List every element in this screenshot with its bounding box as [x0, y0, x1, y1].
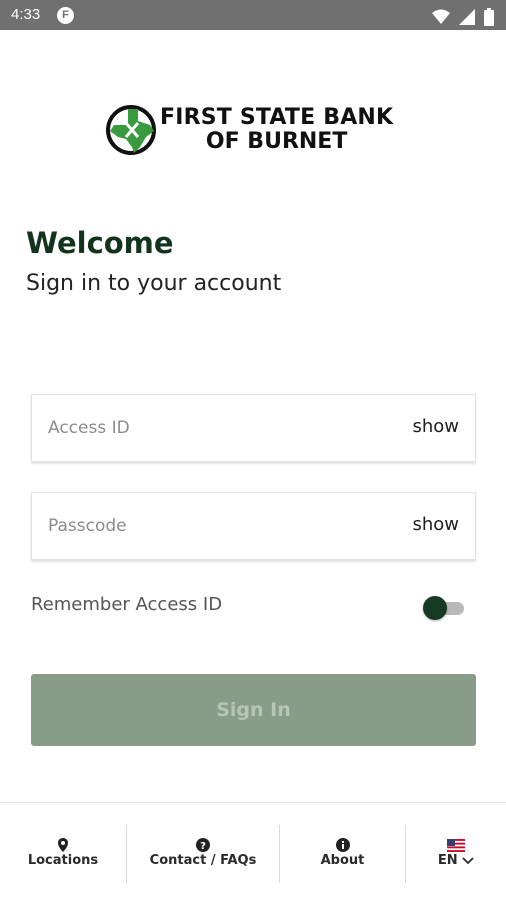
access-id-input[interactable]	[48, 395, 388, 461]
chevron-down-icon	[462, 856, 474, 864]
passcode-show-toggle[interactable]: show	[412, 514, 459, 535]
status-bar: 4:33 F	[0, 0, 506, 30]
us-flag-icon	[447, 839, 465, 852]
bank-name-line2: OF BURNET	[205, 129, 348, 154]
signin-subtitle: Sign in to your account	[26, 271, 282, 296]
bank-name-line1: FIRST STATE BANK	[160, 105, 394, 130]
welcome-heading: Welcome	[26, 226, 174, 260]
battery-icon	[484, 7, 494, 26]
access-id-show-toggle[interactable]: show	[412, 416, 459, 437]
bank-logo-mark-icon	[106, 105, 156, 155]
nav-about-label: About	[320, 853, 365, 868]
nav-language-select[interactable]: EN	[406, 803, 506, 901]
toggle-thumb	[423, 596, 447, 620]
nav-locations[interactable]: Locations	[0, 803, 126, 901]
status-time: 4:33	[11, 6, 41, 23]
access-id-field: show	[31, 394, 476, 462]
help-icon: ?	[196, 838, 210, 852]
nav-about[interactable]: About	[280, 803, 405, 901]
nav-contact-faqs[interactable]: ? Contact / FAQs	[127, 803, 279, 901]
bank-logo: FIRST STATE BANK OF BURNET	[104, 103, 404, 157]
remember-access-id-toggle[interactable]	[423, 596, 465, 620]
svg-text:?: ?	[200, 841, 206, 852]
passcode-field: show	[31, 492, 476, 560]
nav-locations-label: Locations	[27, 853, 99, 868]
remember-access-id-label: Remember Access ID	[31, 594, 223, 615]
passcode-input[interactable]	[48, 493, 388, 559]
location-pin-icon	[58, 838, 68, 852]
app-notification-icon: F	[57, 7, 74, 24]
nav-language-label: EN	[406, 853, 506, 868]
bottom-nav: Locations ? Contact / FAQs About EN	[0, 802, 506, 901]
nav-contact-faqs-label: Contact / FAQs	[149, 853, 257, 868]
language-code: EN	[437, 853, 458, 868]
bank-name: FIRST STATE BANK OF BURNET	[160, 106, 393, 154]
info-icon	[335, 838, 350, 852]
status-icons	[428, 6, 494, 26]
wifi-icon	[431, 9, 450, 24]
signal-icon	[458, 8, 475, 25]
sign-in-button[interactable]: Sign In	[31, 674, 476, 746]
